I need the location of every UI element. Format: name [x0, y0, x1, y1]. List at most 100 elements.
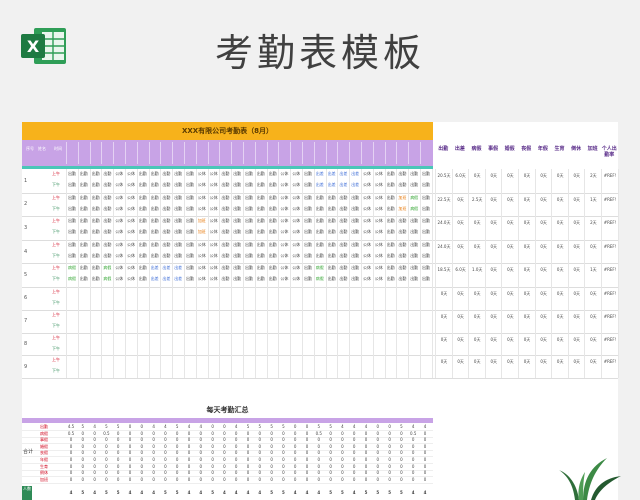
attendance-cell: 出勤 [245, 241, 253, 247]
summary-value: 0天 [573, 336, 581, 342]
attendance-cell: 出勤 [91, 194, 100, 200]
summary-cell: 0 [175, 476, 179, 482]
people-count-cell: 5 [399, 490, 403, 495]
attendance-cell: 公休 [115, 182, 124, 187]
attendance-cell: 出勤 [79, 194, 88, 200]
summary-cell: 0 [352, 437, 356, 443]
summary-cell: 0 [341, 476, 344, 482]
row-number: 6 [24, 295, 28, 302]
summary-cell: 0 [411, 463, 415, 469]
summary-cell: 4 [234, 424, 238, 429]
attendance-cell: 出勤 [186, 218, 194, 224]
attendance-cell: 公休 [115, 252, 124, 258]
people-count-cell: 5 [270, 490, 273, 495]
people-count-cell: 5 [163, 490, 167, 495]
summary-cell: 0 [376, 430, 380, 436]
attendance-cell: 公休 [280, 229, 289, 235]
summary-value: 0天 [440, 291, 448, 296]
people-count-cell: 5 [116, 490, 120, 495]
attendance-cell: 出勤 [410, 241, 419, 247]
summary-cell: 0 [352, 450, 356, 456]
attendance-cell: 出勤 [186, 171, 194, 176]
summary-cell: 0 [234, 443, 238, 449]
grid-line [278, 169, 280, 379]
summary-cell: 0 [423, 470, 427, 476]
summary-value: 0天 [540, 291, 547, 296]
summary-cell: 0 [270, 443, 273, 449]
summary-cell: 0 [400, 463, 403, 469]
attendance-cell: 出勤 [422, 241, 430, 247]
am-label: 上午 [52, 357, 60, 363]
summary-cell: 0 [400, 430, 403, 436]
summary-value: 0天 [573, 196, 581, 202]
summary-value: 0天 [556, 313, 564, 319]
summary-cell: 0 [234, 430, 238, 436]
attendance-cell: 出勤 [386, 205, 395, 211]
summary-cell: 0 [199, 450, 203, 456]
summary-cell: 0 [423, 437, 427, 443]
attendance-cell: 出勤 [221, 241, 230, 247]
summary-cell: 0 [187, 470, 191, 476]
summary-value: 0天 [490, 173, 498, 178]
summary-row-label: 病假 [40, 430, 48, 436]
attendance-cell: 加班 [398, 205, 407, 211]
summary-value: 0天 [507, 196, 514, 202]
summary-cell: 0 [164, 430, 167, 436]
summary-value: 0天 [473, 359, 481, 365]
summary-value: 0天 [523, 196, 531, 202]
row-number: 7 [24, 318, 28, 325]
summary-value: 0天 [490, 336, 498, 342]
attendance-cell: 出勤 [315, 194, 324, 200]
summary-cell: 0 [364, 443, 368, 449]
attendance-cell: 公休 [292, 229, 301, 235]
summary-cell: 0 [140, 463, 144, 469]
attendance-cell: 出勤 [386, 265, 395, 271]
attendance-cell: 出勤 [304, 218, 312, 224]
people-count-cell: 4 [199, 490, 203, 495]
attendance-cell: 公休 [292, 265, 301, 271]
attendance-cell: 出勤 [315, 205, 324, 211]
day-column-header [125, 142, 137, 164]
row-number: 2 [24, 201, 28, 208]
summary-cell: 0 [400, 437, 403, 443]
summary-cell: 0 [282, 476, 285, 482]
attendance-cell: 出勤 [304, 276, 312, 282]
attendance-cell: 出勤 [386, 194, 395, 200]
attendance-cell: 出勤 [91, 241, 100, 247]
summary-cell: 0 [81, 457, 85, 462]
attendance-cell: 出差 [150, 276, 159, 282]
summary-cell: 0 [140, 476, 144, 482]
summary-cell: 4 [93, 424, 96, 429]
summary-value: #REF! [603, 291, 617, 296]
attendance-cell: 公休 [209, 241, 218, 247]
summary-cell: 0 [376, 463, 380, 469]
people-count-cell: 5 [211, 490, 214, 495]
attendance-cell: 出勤 [150, 171, 159, 176]
attendance-cell: 出勤 [256, 229, 265, 235]
summary-cell: 0 [282, 443, 285, 449]
attendance-cell: 出勤 [386, 252, 395, 258]
summary-cell: 0 [69, 463, 73, 469]
summary-value: 0天 [507, 220, 514, 226]
summary-value: 0天 [540, 359, 547, 365]
row-number: 4 [24, 248, 28, 255]
summary-cell: 0 [364, 450, 368, 456]
summary-cell: 0 [293, 470, 297, 476]
attendance-cell: 出勤 [233, 171, 242, 176]
people-count-cell: 4 [246, 490, 250, 495]
summary-row-label: 生育 [40, 463, 48, 469]
summary-cell: 0 [116, 457, 120, 462]
attendance-cell: 病假 [68, 265, 76, 271]
summary-value: 6.0天 [455, 267, 466, 273]
summary-cell: 0 [329, 463, 332, 469]
summary-value: 0天 [490, 243, 498, 249]
attendance-cell: 出勤 [256, 276, 265, 282]
summary-cell: 0 [341, 457, 344, 462]
attendance-cell: 出勤 [268, 205, 277, 211]
grid-line [195, 169, 197, 379]
grid-line [372, 169, 374, 379]
summary-value: 0天 [556, 243, 564, 249]
attendance-cell: 出勤 [221, 194, 230, 200]
summary-cell: 0 [364, 430, 368, 436]
summary-value: 0天 [507, 336, 514, 342]
